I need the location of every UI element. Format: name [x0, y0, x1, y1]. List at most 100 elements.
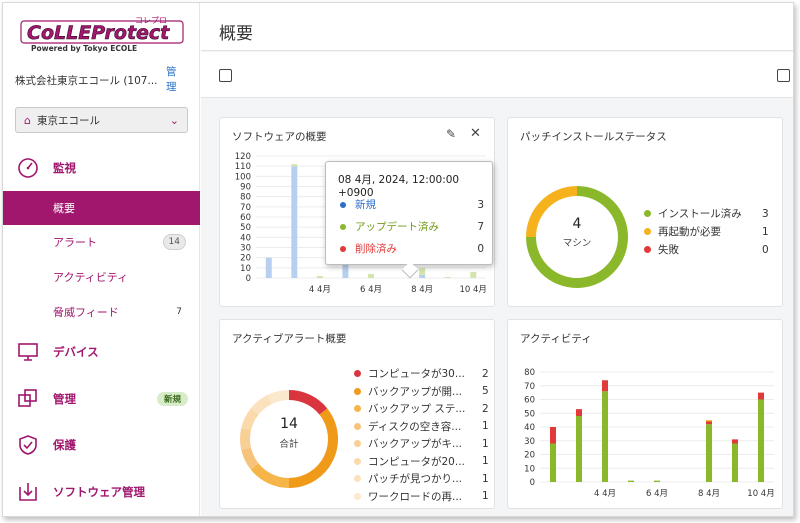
- bar-red: [602, 380, 608, 392]
- bar-red: [758, 392, 764, 400]
- donut-slice: [250, 394, 273, 415]
- chart-tooltip: 08 4月, 2024, 12:00:00 +0900 新規 3 アップデート済…: [325, 161, 493, 279]
- legend-value: 1: [762, 225, 769, 238]
- activity-card: アクティビティ 0 10 20 30 40 50 60 70 80 4 4月 6 4月 8 4月 10 …: [507, 319, 783, 509]
- legend-dot: [354, 475, 361, 482]
- y-tick-label: 90: [240, 183, 251, 193]
- x-tick-label: 8 4月: [411, 285, 433, 295]
- legend-item: バックアップが開... 5: [354, 384, 496, 399]
- legend-label: パッチが見つかり...: [368, 473, 463, 485]
- building-icon: ⌂: [24, 113, 31, 127]
- legend-dot: [340, 223, 346, 230]
- dashboard-toolbar: [201, 52, 793, 98]
- tooltip-date: 08 4月, 2024, 12:00:00 +0900: [338, 174, 460, 199]
- donut-slice: [250, 463, 290, 488]
- sidebar-item-alerts[interactable]: アラート 14: [3, 225, 200, 259]
- bar-green: [576, 416, 582, 482]
- y-tick-label: 70: [524, 382, 535, 392]
- legend-dot: [354, 457, 361, 465]
- nav-section-label: 保護: [53, 438, 76, 452]
- bar-アップデート済み: [368, 273, 374, 278]
- y-tick-label: 60: [524, 396, 535, 406]
- bar-green: [732, 443, 738, 482]
- active-alerts-card: アクティブアラート概要 14 合計 コンピュータが30... 2 バックアップが開.…: [219, 319, 495, 509]
- sidebar-item-label: アラート: [53, 236, 97, 249]
- y-tick-label: 20: [240, 254, 251, 264]
- bar-red: [576, 409, 582, 416]
- gauge-icon: [18, 158, 38, 178]
- legend-dot: [644, 246, 651, 253]
- x-tick-label: 4 4月: [309, 285, 331, 295]
- y-tick-label: 50: [240, 223, 251, 233]
- patch-center-value: 4: [572, 216, 582, 232]
- bar-orange: [706, 420, 712, 422]
- bar-アップデート済み: [444, 276, 451, 278]
- bar-red: [550, 427, 556, 444]
- org-name: 株式会社東京エコール (107...: [15, 75, 158, 87]
- donut-slice: [267, 390, 290, 404]
- sidebar-item-threat-feed[interactable]: 脅威フィード 7: [3, 295, 200, 329]
- y-tick-label: 110: [235, 162, 251, 172]
- legend-dot: [354, 440, 361, 447]
- tooltip-value: 3: [477, 198, 484, 211]
- bar-アップデート済み: [291, 164, 298, 167]
- legend-label: バックアップ ステ...: [368, 403, 466, 415]
- nav-section-monitor[interactable]: 監視: [3, 153, 200, 183]
- sidebar: CoLLEProtect コレプロ Powered by Tokyo ECOLE…: [3, 3, 200, 516]
- nav-section-software-management[interactable]: ソフトウェア管理: [3, 477, 200, 507]
- add-widget-icon[interactable]: [777, 69, 790, 82]
- legend-item: ワークロードの再... 1: [354, 489, 496, 504]
- org-manage-link[interactable]: 管理: [166, 65, 186, 95]
- nav-section-label: 監視: [53, 161, 76, 175]
- page-title: 概要: [219, 24, 253, 44]
- bar-新規: [265, 257, 272, 278]
- donut-slice: [288, 390, 328, 415]
- manage-icon: [18, 389, 37, 407]
- legend-label: 再起動が必要: [658, 226, 721, 238]
- y-tick-label: 40: [524, 423, 535, 433]
- y-tick-label: 10: [240, 264, 251, 274]
- expand-icon[interactable]: [219, 69, 232, 82]
- threat-feed-count: 7: [176, 307, 182, 317]
- legend-dot: [340, 201, 346, 208]
- legend-item: ディスクの空き容... 1: [354, 419, 496, 434]
- legend-item: バックアップ ステ... 2: [354, 401, 496, 416]
- tooltip-row-new: 新規 3: [340, 197, 484, 212]
- x-tick-label: 6 4月: [646, 489, 668, 499]
- legend-item: 再起動が必要 1: [644, 224, 776, 239]
- tooltip-value: 7: [477, 220, 484, 233]
- legend-label: 失敗: [658, 244, 679, 256]
- nav-section-manage[interactable]: 管理 新規: [3, 384, 200, 414]
- legend-label: コンピュータが20...: [368, 455, 465, 468]
- legend-item: インストール済み 3: [644, 206, 776, 221]
- bar-新規: [291, 166, 298, 278]
- sidebar-item-overview[interactable]: 概要: [3, 191, 200, 225]
- patch-center-label: マシン: [562, 238, 592, 249]
- legend-value: 1: [482, 455, 489, 467]
- donut-slice: [241, 447, 259, 470]
- nav-section-devices[interactable]: デバイス: [3, 337, 200, 367]
- tooltip-label: アップデート済み: [355, 221, 439, 233]
- nav-section-protection[interactable]: 保護: [3, 430, 200, 460]
- y-tick-label: 50: [524, 409, 535, 419]
- legend-label: バックアップが開...: [368, 385, 463, 398]
- x-tick-label: 8 4月: [698, 489, 720, 499]
- legend-label: ワークロードの再...: [368, 490, 463, 503]
- tooltip-row-deleted: 削除済み 0: [340, 241, 484, 256]
- chevron-down-icon: ⌄: [169, 113, 179, 127]
- title-bar: 概要: [201, 3, 793, 51]
- legend-item: コンピュータが20... 1: [354, 454, 496, 469]
- bar-red: [732, 439, 738, 444]
- alert-center-label: 合計: [279, 439, 299, 450]
- legend-value: 5: [482, 385, 489, 397]
- sidebar-item-activity[interactable]: アクティビティ: [3, 260, 200, 294]
- alert-center-value: 14: [280, 416, 298, 432]
- y-tick-label: 120: [235, 152, 251, 162]
- x-tick-label: 10 4月: [460, 285, 487, 295]
- x-tick-label: 6 4月: [360, 285, 382, 295]
- brand-logo[interactable]: CoLLEProtect コレプロ Powered by Tokyo ECOLE: [17, 11, 187, 53]
- sidebar-item-label: 脅威フィード: [53, 306, 119, 319]
- bar-green: [654, 480, 660, 482]
- patch-status-card: パッチインストールステータス 4 マシン インストール済み 3 再起動が必要 1 失敗 0: [507, 117, 783, 307]
- location-select[interactable]: ⌂ 東京エコール ⌄: [15, 107, 188, 133]
